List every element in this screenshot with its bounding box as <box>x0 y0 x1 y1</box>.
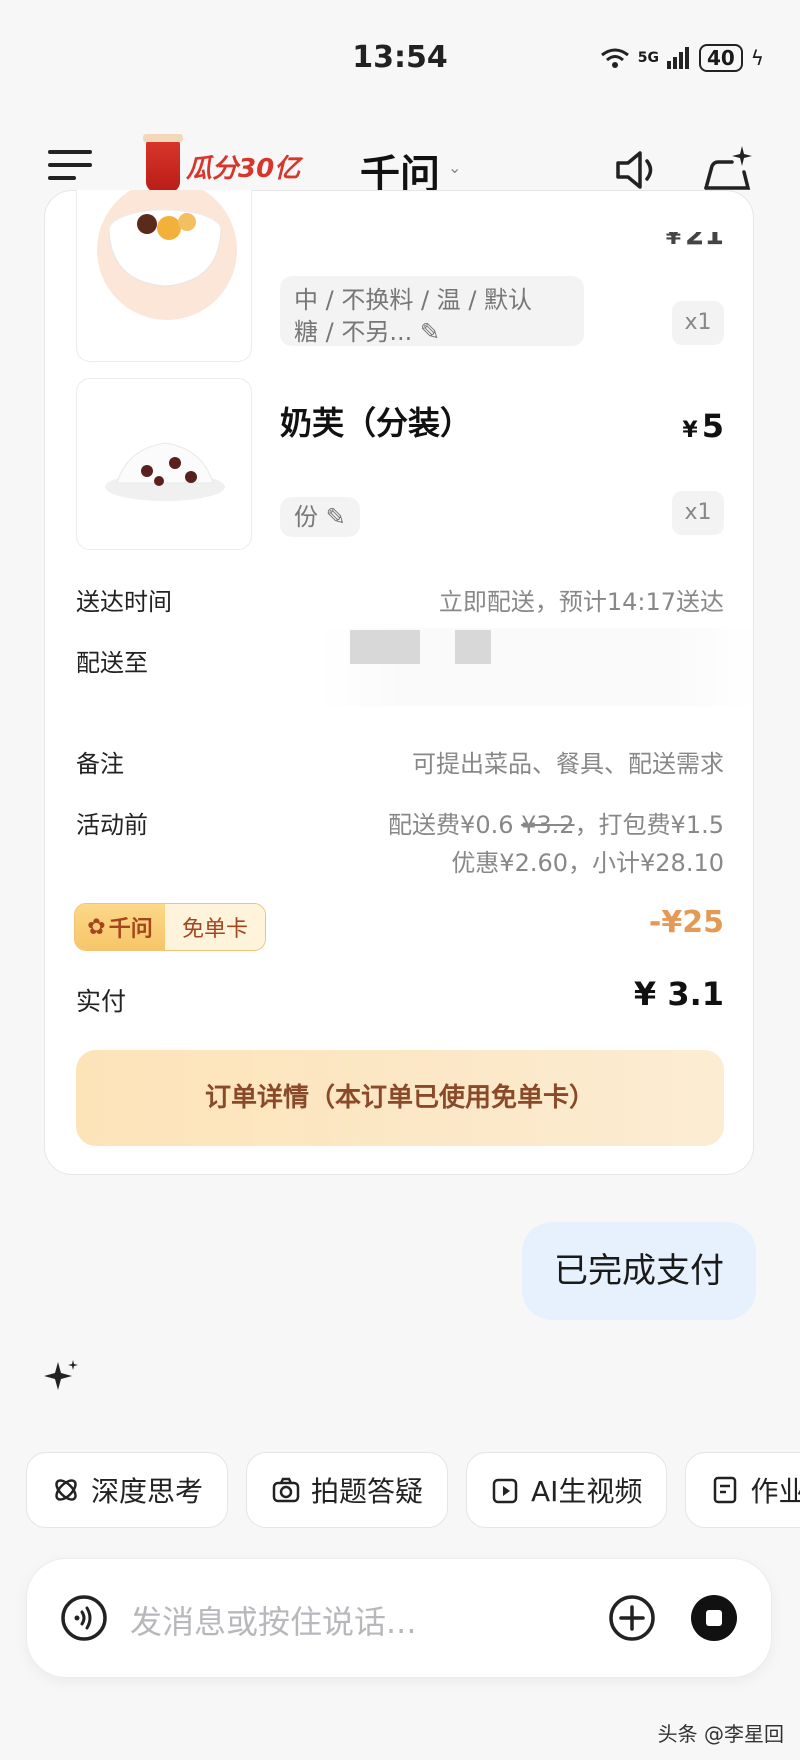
pre-activity-label: 活动前 <box>76 811 148 839</box>
product-image <box>76 190 252 362</box>
dessert-bowl-icon <box>97 190 237 320</box>
speaker-icon[interactable] <box>612 145 662 195</box>
delivery-time-value[interactable]: 立即配送，预计14:17送达 <box>439 582 724 617</box>
brand-promo-text: 瓜分30亿 <box>186 153 301 184</box>
plus-icon[interactable] <box>608 1594 656 1642</box>
item-quantity: x1 <box>672 491 724 535</box>
delivery-time-label: 送达时间 <box>76 588 172 616</box>
chip-homework[interactable]: 作业 <box>685 1452 800 1528</box>
wifi-icon <box>600 48 629 68</box>
brand-promo[interactable]: 瓜分30亿 <box>143 134 301 192</box>
product-image <box>76 378 252 550</box>
spec-line: 糖 / 不另... ✎ <box>294 318 440 346</box>
watermark: 头条 @李星回 <box>657 1722 784 1746</box>
item-quantity: x1 <box>672 301 724 345</box>
fee-breakdown-line2: 优惠¥2.60，小计¥28.10 <box>451 849 724 877</box>
paid-amount: ¥ 3.1 <box>633 975 724 1013</box>
battery-indicator: 40 <box>698 44 743 72</box>
qianwen-logo-icon: ✿ <box>87 914 106 940</box>
chevron-down-icon[interactable]: ⌄ <box>448 158 461 177</box>
stop-icon[interactable] <box>690 1594 738 1642</box>
camera-icon <box>272 1477 300 1503</box>
fee-breakdown-line1: 配送费¥0.6 ¥3.2，打包费¥1.5 <box>388 811 724 839</box>
paid-label: 实付 <box>76 987 127 1016</box>
video-icon <box>492 1478 518 1504</box>
message-input[interactable]: 发消息或按住说话... <box>130 1597 417 1643</box>
charging-icon: ϟ <box>750 46 764 70</box>
spec-line: 中 / 不换料 / 温 / 默认 <box>294 286 533 314</box>
redaction-block <box>350 630 420 664</box>
badge-brand: ✿ 千问 <box>75 904 165 950</box>
cup-logo-icon <box>143 134 183 192</box>
redaction-block <box>455 630 491 664</box>
cream-dessert-icon <box>105 442 225 501</box>
deep-think-icon <box>55 1479 77 1501</box>
chip-deep-think[interactable]: 深度思考 <box>26 1452 229 1528</box>
doc-icon <box>714 1476 737 1504</box>
menu-icon[interactable] <box>48 150 92 180</box>
free-order-card-badge[interactable]: ✿ 千问 免单卡 <box>74 903 266 951</box>
deliver-to-label: 配送至 <box>76 649 148 677</box>
discount-amount: -¥25 <box>648 905 724 940</box>
network-label: 5G <box>637 50 659 66</box>
user-message-bubble: 已完成支付 <box>522 1222 756 1320</box>
badge-card: 免单卡 <box>165 904 265 950</box>
item-name: 奶芙（分装） <box>280 404 473 442</box>
remark-label: 备注 <box>76 750 124 778</box>
voice-input-icon[interactable] <box>60 1594 108 1642</box>
item-spec-editor[interactable]: 份 ✎ <box>280 497 360 537</box>
signal-icon <box>666 47 689 69</box>
new-chat-icon[interactable] <box>702 142 754 194</box>
remark-input[interactable]: 可提出菜品、餐具、配送需求 <box>412 744 724 779</box>
spec-line: 份 <box>294 503 318 531</box>
pencil-icon[interactable]: ✎ <box>326 503 346 531</box>
chip-ai-video[interactable]: AI生视频 <box>466 1452 668 1528</box>
quick-action-chips: 深度思考 拍题答疑 AI生视频 作业 <box>26 1452 800 1528</box>
item-price: ¥5 <box>682 407 724 445</box>
status-icons: 5G 40 ϟ <box>600 44 764 72</box>
chip-photo-question[interactable]: 拍题答疑 <box>246 1452 449 1528</box>
ai-sparkle-icon <box>44 1360 78 1390</box>
order-details-button[interactable]: 订单详情（本订单已使用免单卡） <box>76 1050 724 1146</box>
item-spec-editor[interactable]: 中 / 不换料 / 温 / 默认 糖 / 不另... ✎ <box>280 276 584 346</box>
pencil-icon[interactable]: ✎ <box>420 318 440 346</box>
